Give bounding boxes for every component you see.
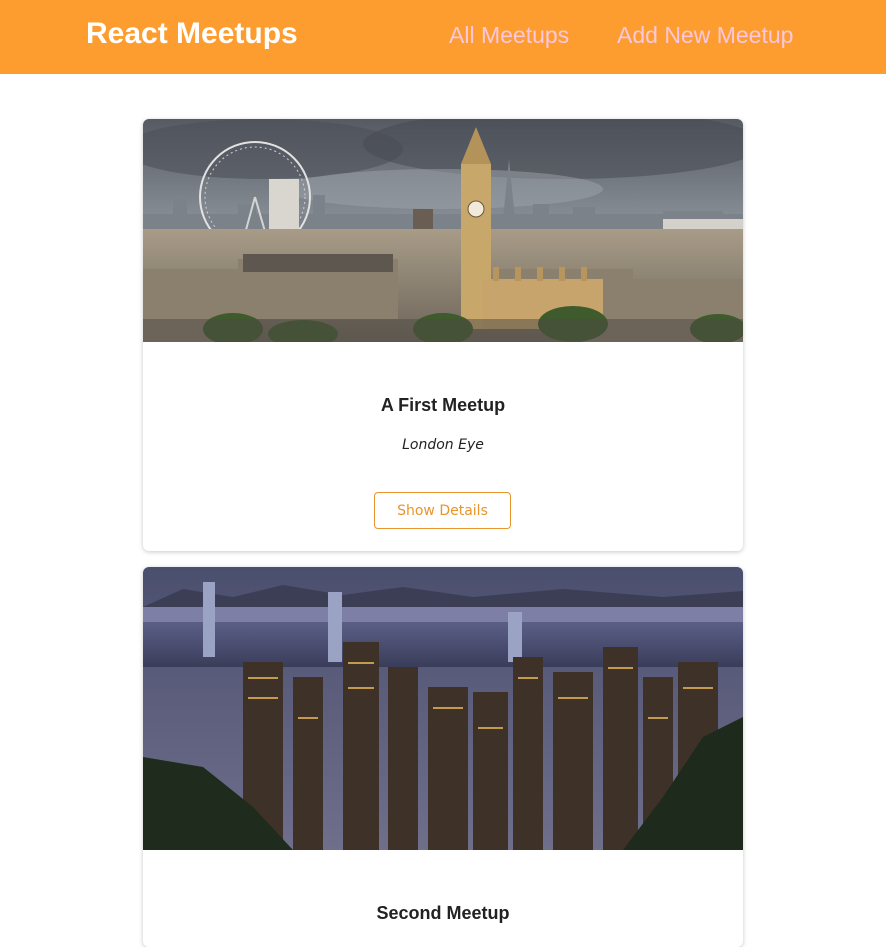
meetup-title: Second Meetup [376, 903, 510, 923]
meetup-card: A First Meetup London Eye Show Details [143, 119, 743, 551]
meetup-image-hong-kong [143, 567, 743, 850]
nav-link-add-new-meetup[interactable]: Add New Meetup [617, 22, 793, 49]
meetup-card: Second Meetup [143, 567, 743, 947]
show-details-button[interactable]: Show Details [374, 492, 511, 529]
logo: React Meetups [86, 17, 298, 50]
main-header: React Meetups All Meetups Add New Meetup [0, 0, 886, 74]
meetup-image-london [143, 119, 743, 342]
nav-link-all-meetups[interactable]: All Meetups [449, 22, 569, 49]
meetup-title: A First Meetup [380, 395, 506, 415]
meetup-address: London Eye [402, 437, 484, 453]
